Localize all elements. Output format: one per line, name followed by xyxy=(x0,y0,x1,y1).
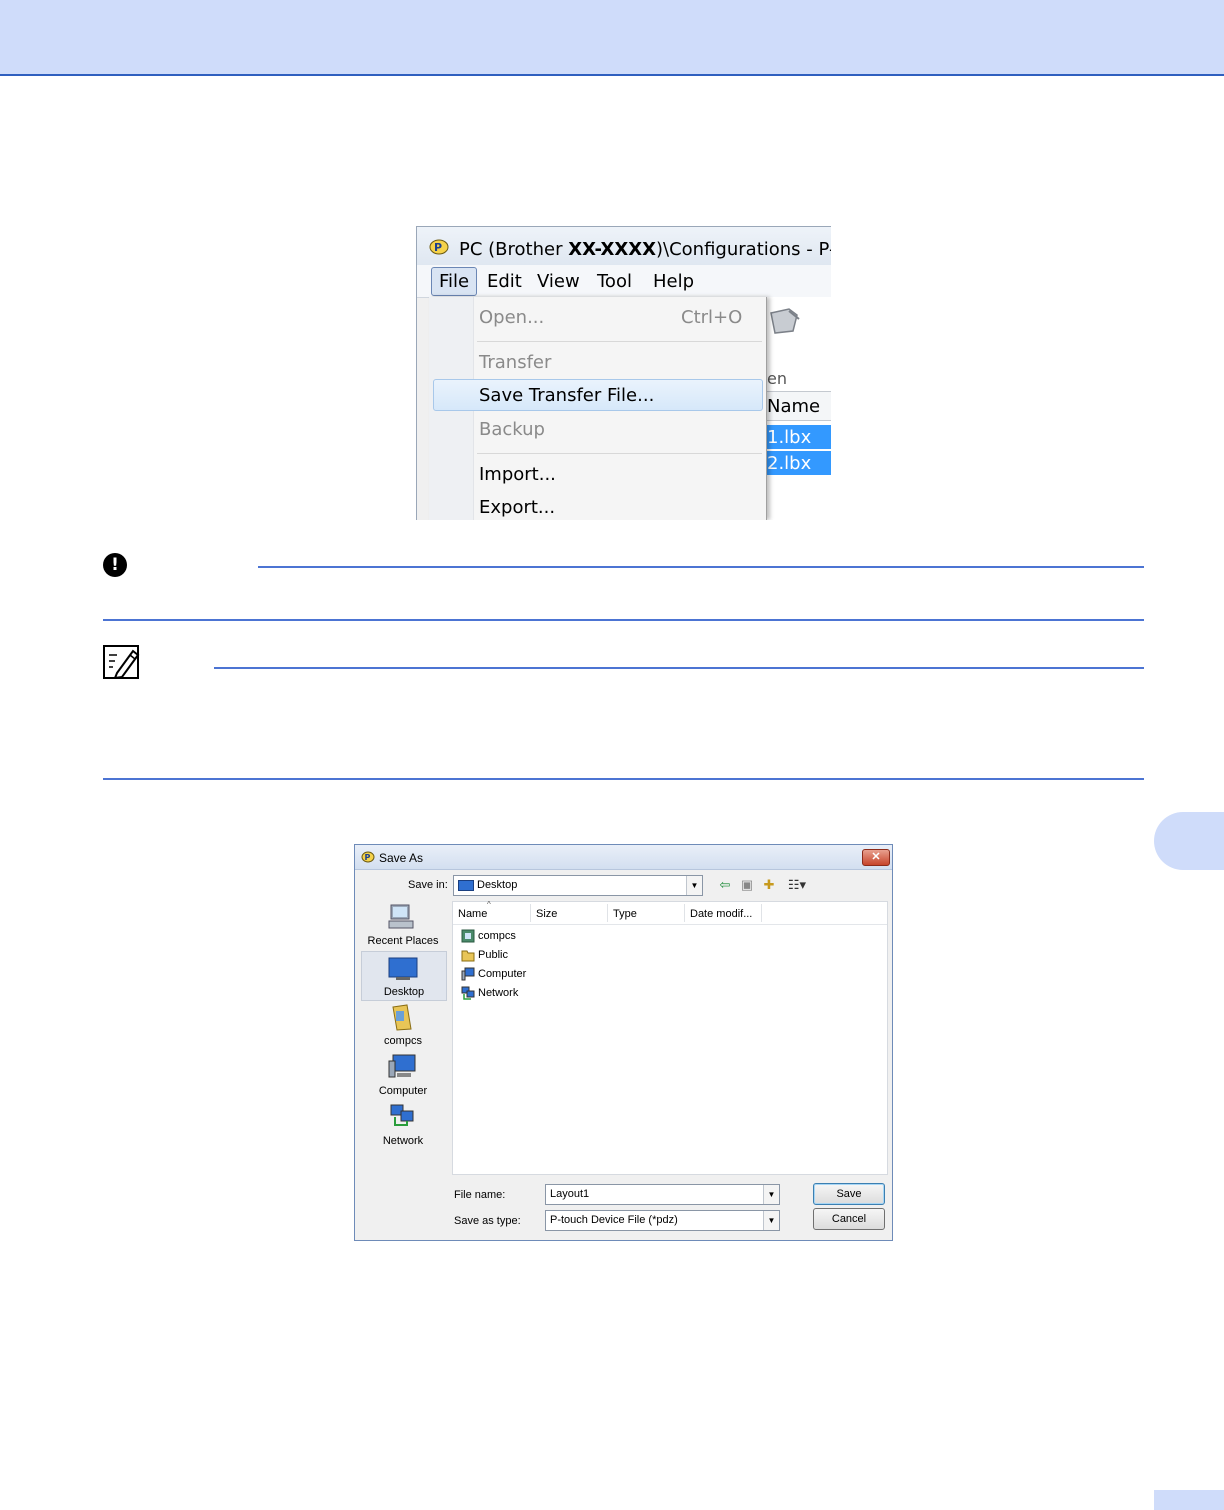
file-menu-screenshot: P PC (Brother XX-XXXX)\Configurations - … xyxy=(416,226,831,520)
background-window-content: en Name 1.lbx 2.lbx xyxy=(767,297,831,520)
menu-item-import[interactable]: Import... xyxy=(479,464,556,485)
save-button[interactable]: Save xyxy=(813,1183,885,1205)
menu-item-save-transfer-file[interactable]: Save Transfer File... xyxy=(479,385,654,406)
menu-help[interactable]: Help xyxy=(653,271,694,292)
save-as-dialog: P Save As ✕ Save in: Desktop ▼ ⇦ ▣ ✚ ☷▾ … xyxy=(354,844,893,1241)
svg-text:P: P xyxy=(434,241,442,254)
file-list-header: ^ Name Size Type Date modif... xyxy=(453,900,887,925)
save-as-type-label: Save as type: xyxy=(454,1215,521,1227)
menu-separator xyxy=(477,341,762,342)
chapter-tab xyxy=(1154,812,1224,870)
window-title: PC (Brother XX-XXXX)\Configurations - P-… xyxy=(459,239,831,260)
places-bar: Recent Places Desktop compcs Computer Ne… xyxy=(361,901,449,1171)
save-in-combo[interactable]: Desktop ▼ xyxy=(453,875,703,896)
important-icon: ! xyxy=(103,553,127,577)
menu-item-export[interactable]: Export... xyxy=(479,497,555,518)
place-network[interactable]: Network xyxy=(361,1101,445,1149)
note-bottom-rule xyxy=(103,778,1144,780)
folder-icon xyxy=(461,950,475,962)
list-item[interactable]: 1.lbx xyxy=(767,425,831,449)
close-button[interactable]: ✕ xyxy=(862,849,890,866)
column-date-modified[interactable]: Date modif... xyxy=(690,908,752,920)
column-size[interactable]: Size xyxy=(536,908,557,920)
page-header-band xyxy=(0,0,1224,76)
column-divider xyxy=(684,904,685,922)
cancel-button[interactable]: Cancel xyxy=(813,1208,885,1230)
list-item[interactable]: 2.lbx xyxy=(767,451,831,475)
svg-text:P: P xyxy=(365,853,371,862)
column-type[interactable]: Type xyxy=(613,908,637,920)
dialog-title: Save As xyxy=(379,851,424,865)
file-menu-dropdown: Open... Ctrl+O Transfer Save Transfer Fi… xyxy=(429,297,767,520)
important-top-rule xyxy=(258,566,1144,568)
save-in-label: Save in: xyxy=(408,879,448,891)
chevron-down-icon[interactable]: ▼ xyxy=(686,876,702,895)
window-title-bar: P PC (Brother XX-XXXX)\Configurations - … xyxy=(417,227,831,265)
menu-item-transfer[interactable]: Transfer xyxy=(479,352,551,373)
menu-edit[interactable]: Edit xyxy=(487,271,522,292)
toolbar-label: en xyxy=(767,369,787,388)
save-as-type-select[interactable]: P-touch Device File (*pdz) ▼ xyxy=(545,1210,780,1231)
place-computer[interactable]: Computer xyxy=(361,1051,445,1099)
place-compcs[interactable]: compcs xyxy=(361,1001,445,1049)
new-folder-icon[interactable]: ✚ xyxy=(760,877,778,893)
column-divider xyxy=(530,904,531,922)
menu-view[interactable]: View xyxy=(537,271,580,292)
dialog-title-bar: P Save As ✕ xyxy=(355,845,892,870)
open-tool-icon xyxy=(770,308,800,334)
desktop-icon xyxy=(458,880,474,891)
column-name[interactable]: Name xyxy=(458,908,487,920)
file-name-label: File name: xyxy=(454,1189,506,1201)
place-recent-places[interactable]: Recent Places xyxy=(361,901,445,949)
open-shortcut: Ctrl+O xyxy=(681,307,743,328)
back-icon[interactable]: ⇦ xyxy=(716,877,734,893)
ptouch-app-icon: P xyxy=(361,851,375,863)
network-icon xyxy=(461,986,475,1000)
desktop-icon xyxy=(388,957,418,980)
file-list: ^ Name Size Type Date modif... compcs Pu… xyxy=(452,900,888,1175)
menu-file[interactable]: File xyxy=(431,267,478,296)
note-top-rule xyxy=(214,667,1144,669)
menu-tool[interactable]: Tool xyxy=(597,271,632,292)
menu-item-backup[interactable]: Backup xyxy=(479,419,545,440)
up-folder-icon[interactable]: ▣ xyxy=(738,877,756,893)
page-number-tab xyxy=(1154,1490,1224,1510)
user-folder-icon xyxy=(392,1004,412,1031)
user-folder-icon xyxy=(461,929,475,943)
recent-places-icon xyxy=(388,904,414,929)
column-divider xyxy=(607,904,608,922)
place-desktop[interactable]: Desktop xyxy=(361,951,447,1001)
sort-up-icon: ^ xyxy=(487,900,491,909)
ptouch-app-icon: P xyxy=(429,239,449,255)
note-pencil-icon xyxy=(103,645,140,679)
view-menu-icon[interactable]: ☷▾ xyxy=(783,877,811,893)
chevron-down-icon[interactable]: ▼ xyxy=(763,1185,779,1204)
column-divider xyxy=(761,904,762,922)
computer-icon xyxy=(388,1054,416,1078)
chevron-down-icon[interactable]: ▼ xyxy=(763,1211,779,1230)
file-name-input[interactable]: Layout1 ▼ xyxy=(545,1184,780,1205)
menu-item-open[interactable]: Open... xyxy=(479,307,544,328)
menu-separator xyxy=(477,453,762,454)
network-icon xyxy=(390,1104,414,1126)
menu-bar: File Edit View Tool Help xyxy=(417,265,831,298)
column-header-name[interactable]: Name xyxy=(767,391,831,421)
important-bottom-rule xyxy=(103,619,1144,621)
computer-icon xyxy=(461,967,475,981)
